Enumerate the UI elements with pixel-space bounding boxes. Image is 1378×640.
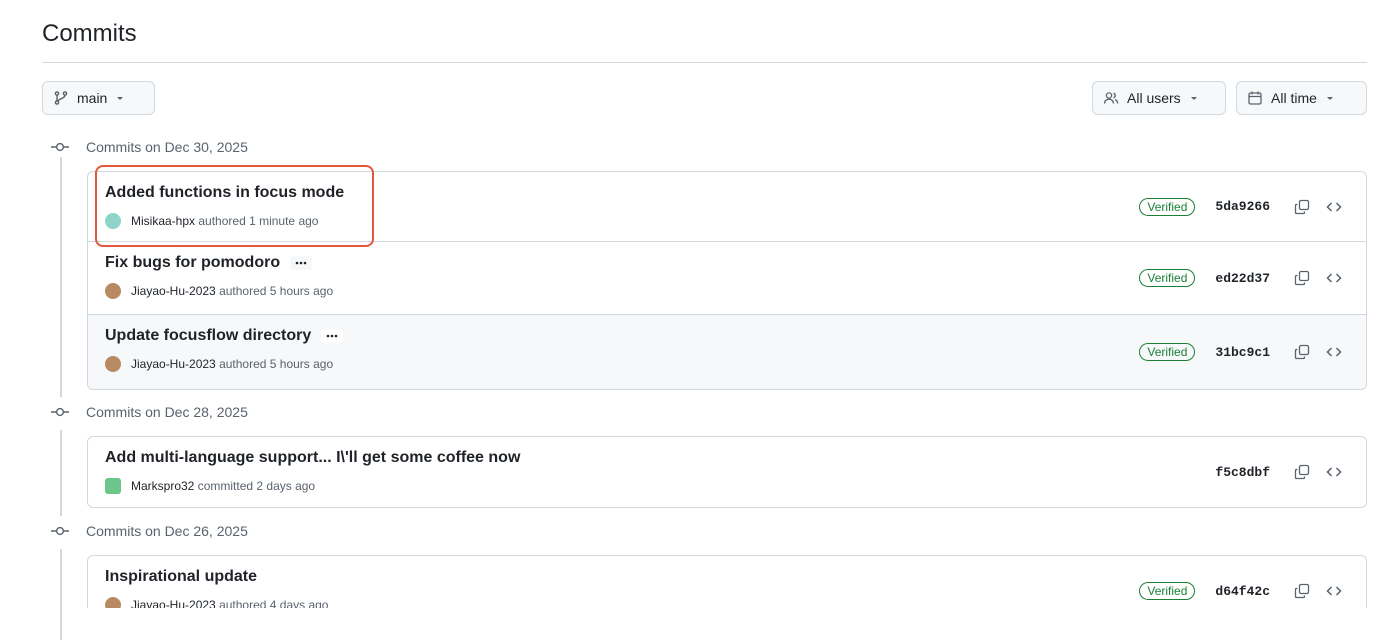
author-link[interactable]: Jiayao-Hu-2023 — [131, 284, 216, 298]
commit-sha-link[interactable]: d64f42c — [1215, 584, 1270, 599]
commit-row[interactable]: Added functions in focus mode Misikaa-hp… — [88, 172, 1366, 242]
verified-badge[interactable]: Verified — [1139, 269, 1196, 287]
code-browse-icon[interactable] — [1320, 338, 1348, 366]
avatar[interactable] — [105, 356, 121, 372]
code-browse-icon[interactable] — [1320, 193, 1348, 221]
chevron-down-icon — [1325, 93, 1335, 103]
commit-message-link[interactable]: Inspirational update — [105, 568, 257, 586]
commit-sha-link[interactable]: 5da9266 — [1215, 199, 1270, 214]
avatar[interactable] — [105, 478, 121, 494]
copy-icon[interactable] — [1288, 338, 1316, 366]
author-link[interactable]: Markspro32 — [131, 479, 194, 493]
verified-badge[interactable]: Verified — [1139, 197, 1196, 216]
commit-group-date: Commits on Dec 30, 2025 — [86, 139, 248, 155]
commit-message[interactable]: Update focusflow directory — [105, 327, 344, 345]
commit-meta: Misikaa-hpx authored 1 minute ago — [105, 213, 318, 229]
git-branch-icon — [53, 90, 69, 106]
commit-message[interactable]: Added functions in focus mode — [105, 184, 344, 202]
branch-select-button[interactable]: main — [42, 81, 155, 115]
commit-action: committed 2 days ago — [197, 479, 316, 493]
commit-group-date: Commits on Dec 28, 2025 — [86, 404, 248, 420]
commit-message[interactable]: Add multi-language support... I\'ll get … — [105, 449, 520, 467]
branch-label: main — [77, 90, 108, 106]
commit-meta: Jiayao-Hu-2023 authored 5 hours ago — [105, 283, 333, 299]
people-icon — [1103, 90, 1119, 106]
commit-sha-link[interactable]: 31bc9c1 — [1215, 345, 1270, 360]
commit-group-heading: Commits on Dec 26, 2025 — [48, 521, 248, 541]
more-ellipsis-icon[interactable] — [290, 256, 313, 270]
commit-action: authored 4 days ago — [219, 598, 329, 608]
users-filter-button[interactable]: All users — [1092, 81, 1226, 115]
commit-message[interactable]: Fix bugs for pomodoro — [105, 254, 313, 272]
code-browse-icon[interactable] — [1320, 458, 1348, 486]
chevron-down-icon — [115, 93, 125, 103]
users-filter-label: All users — [1127, 90, 1181, 106]
commit-sha-link[interactable]: ed22d37 — [1215, 271, 1270, 286]
commit-row[interactable]: Fix bugs for pomodoro Jiayao-Hu-2023 aut… — [88, 242, 1366, 315]
commit-message-link[interactable]: Fix bugs for pomodoro — [105, 254, 280, 272]
commit-group-heading: Commits on Dec 28, 2025 — [48, 402, 248, 422]
code-browse-icon[interactable] — [1320, 577, 1348, 605]
commit-message[interactable]: Inspirational update — [105, 568, 257, 586]
commit-row[interactable]: Update focusflow directory Jiayao-Hu-202… — [88, 315, 1366, 389]
commit-action: authored 5 hours ago — [219, 284, 334, 298]
page-title: Commits — [42, 20, 137, 47]
commit-group-date: Commits on Dec 26, 2025 — [86, 523, 248, 539]
copy-icon[interactable] — [1288, 264, 1316, 292]
timeline-line — [60, 549, 62, 640]
time-filter-button[interactable]: All time — [1236, 81, 1367, 115]
commit-row[interactable]: Add multi-language support... I\'ll get … — [88, 437, 1366, 507]
commit-group-list: Added functions in focus mode Misikaa-hp… — [87, 171, 1367, 390]
commit-meta: Jiayao-Hu-2023 authored 5 hours ago — [105, 356, 333, 372]
more-ellipsis-icon[interactable] — [321, 329, 344, 343]
git-commit-icon — [48, 407, 72, 417]
copy-icon[interactable] — [1288, 193, 1316, 221]
copy-icon[interactable] — [1288, 458, 1316, 486]
verified-badge[interactable]: Verified — [1139, 582, 1196, 600]
time-filter-label: All time — [1271, 90, 1317, 106]
author-link[interactable]: Jiayao-Hu-2023 — [131, 357, 216, 371]
avatar[interactable] — [105, 283, 121, 299]
commit-meta: Markspro32 committed 2 days ago — [105, 478, 315, 494]
timeline-line — [60, 430, 62, 516]
timeline-line — [60, 157, 62, 397]
commit-group-list: Add multi-language support... I\'ll get … — [87, 436, 1367, 508]
git-commit-icon — [48, 142, 72, 152]
verified-badge[interactable]: Verified — [1139, 343, 1196, 361]
commit-message-link[interactable]: Add multi-language support... I\'ll get … — [105, 449, 520, 467]
commit-row[interactable]: Inspirational update Jiayao-Hu-2023 auth… — [88, 556, 1366, 608]
commit-action: authored 5 hours ago — [219, 357, 334, 371]
copy-icon[interactable] — [1288, 577, 1316, 605]
commit-message-link[interactable]: Update focusflow directory — [105, 327, 311, 345]
calendar-icon — [1247, 90, 1263, 106]
git-commit-icon — [48, 526, 72, 536]
commit-group-heading: Commits on Dec 30, 2025 — [48, 137, 248, 157]
author-link[interactable]: Misikaa-hpx — [131, 214, 195, 228]
commit-meta: Jiayao-Hu-2023 authored 4 days ago — [105, 597, 328, 608]
commit-action: authored 1 minute ago — [198, 214, 319, 228]
avatar[interactable] — [105, 597, 121, 608]
commit-sha-link[interactable]: f5c8dbf — [1215, 465, 1270, 480]
title-divider — [42, 62, 1367, 63]
code-browse-icon[interactable] — [1320, 264, 1348, 292]
chevron-down-icon — [1189, 93, 1199, 103]
author-link[interactable]: Jiayao-Hu-2023 — [131, 598, 216, 608]
commit-message-link[interactable]: Added functions in focus mode — [105, 184, 344, 202]
avatar[interactable] — [105, 213, 121, 229]
commit-group-list: Inspirational update Jiayao-Hu-2023 auth… — [87, 555, 1367, 608]
